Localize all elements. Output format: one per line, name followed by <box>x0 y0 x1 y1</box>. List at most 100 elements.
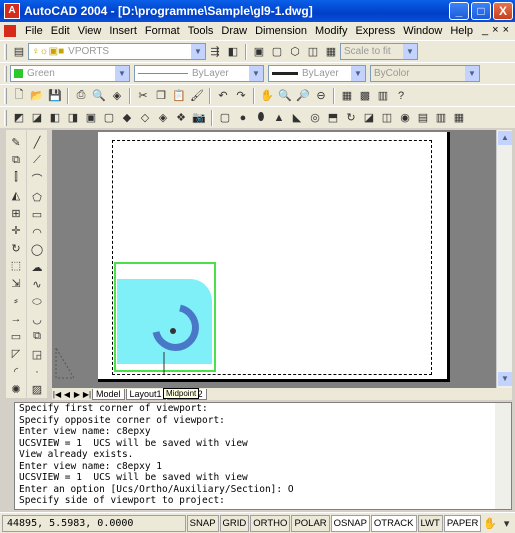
design-center-icon[interactable]: ▩ <box>357 88 373 104</box>
menu-file[interactable]: File <box>25 25 43 37</box>
close-button[interactable]: X <box>493 2 513 20</box>
front-view-icon[interactable]: ▣ <box>83 110 99 126</box>
vertical-scrollbar[interactable]: ▲ ▼ <box>496 130 512 388</box>
ellipse-icon[interactable]: ⬭ <box>29 295 45 308</box>
make-block-icon[interactable]: ◲ <box>29 348 45 361</box>
properties-icon[interactable]: ▦ <box>339 88 355 104</box>
nw-iso-view-icon[interactable]: ❖ <box>173 110 189 126</box>
polar-toggle[interactable]: POLAR <box>291 514 330 532</box>
osnap-toggle[interactable]: OSNAP <box>330 514 370 532</box>
revision-cloud-icon[interactable]: ☁ <box>29 261 45 274</box>
scroll-up-icon[interactable]: ▲ <box>498 131 512 145</box>
menu-edit[interactable]: Edit <box>51 25 70 37</box>
print-preview-icon[interactable]: 🔍 <box>91 88 107 104</box>
menu-format[interactable]: Format <box>145 25 180 37</box>
layer-previous-icon[interactable]: ◧ <box>225 44 241 60</box>
print-icon[interactable]: ⎙ <box>73 88 89 104</box>
sw-iso-view-icon[interactable]: ◆ <box>119 110 135 126</box>
lwt-toggle[interactable]: LWT <box>417 514 443 532</box>
top-view-icon[interactable]: ◩ <box>11 110 27 126</box>
first-tab-icon[interactable]: |◀ <box>52 390 62 399</box>
document-icon[interactable] <box>4 25 16 37</box>
zoom-realtime-icon[interactable]: 🔍 <box>277 88 293 104</box>
menu-express[interactable]: Express <box>355 25 395 37</box>
rotate-icon[interactable]: ↻ <box>8 242 24 256</box>
back-view-icon[interactable]: ▢ <box>101 110 117 126</box>
menu-dimension[interactable]: Dimension <box>255 25 307 37</box>
linetype-combo[interactable]: ByLayer ▼ <box>134 65 264 82</box>
menu-modify[interactable]: Modify <box>315 25 347 37</box>
last-tab-icon[interactable]: ▶| <box>82 390 92 399</box>
rectangle-icon[interactable]: ▭ <box>29 208 45 221</box>
open-file-icon[interactable]: 📂 <box>29 88 45 104</box>
arc-icon[interactable]: ◠ <box>29 226 45 239</box>
slice-icon[interactable]: ◪ <box>361 110 377 126</box>
prev-tab-icon[interactable]: ◀ <box>62 390 72 399</box>
tab-model[interactable]: Model <box>92 388 125 400</box>
extend-icon[interactable]: → <box>8 312 24 326</box>
spline-icon[interactable]: ∿ <box>29 278 45 291</box>
clip-viewport-icon[interactable]: ▦ <box>323 44 339 60</box>
pan-icon[interactable]: ✋ <box>259 88 275 104</box>
explode-icon[interactable]: ✺ <box>8 382 24 396</box>
doc-minimize-button[interactable]: _ <box>482 24 488 36</box>
menu-view[interactable]: View <box>78 25 102 37</box>
construction-line-icon[interactable]: ⟋ <box>29 153 45 166</box>
setup-drawing-icon[interactable]: ▤ <box>415 110 431 126</box>
make-layer-current-icon[interactable]: ⇶ <box>207 44 223 60</box>
interfere-icon[interactable]: ◉ <box>397 110 413 126</box>
toolbar-grip[interactable] <box>4 109 7 126</box>
layer-combo[interactable]: ♀☼▣■ VPORTS ▼ <box>28 43 206 60</box>
paste-icon[interactable]: 📋 <box>171 88 187 104</box>
menu-tools[interactable]: Tools <box>188 25 214 37</box>
drawing-area[interactable] <box>52 130 496 388</box>
insert-block-icon[interactable]: ⧉ <box>29 330 45 343</box>
point-icon[interactable]: · <box>29 365 45 378</box>
chevron-down-icon[interactable]: ▼ <box>351 66 365 81</box>
viewports-icon[interactable]: ▣ <box>251 44 267 60</box>
circle-icon[interactable]: ◯ <box>29 243 45 256</box>
setup-profile-icon[interactable]: ▦ <box>451 110 467 126</box>
move-icon[interactable]: ✛ <box>8 224 24 238</box>
toolbar-grip[interactable] <box>4 87 7 104</box>
command-window[interactable]: Specify first corner of viewport: Specif… <box>14 402 512 510</box>
communication-center-icon[interactable]: ✋ <box>482 515 497 531</box>
maximize-button[interactable]: □ <box>471 2 491 20</box>
paper-toggle[interactable]: PAPER <box>443 514 482 532</box>
tab-layout1[interactable]: Layout1 <box>125 388 166 400</box>
polyline-icon[interactable]: ⌒ <box>29 171 45 187</box>
trim-icon[interactable]: ⸗ <box>8 294 24 308</box>
undo-icon[interactable]: ↶ <box>215 88 231 104</box>
save-icon[interactable]: 💾 <box>47 88 63 104</box>
doc-restore-button[interactable]: × <box>492 24 498 36</box>
lineweight-combo[interactable]: ByLayer ▼ <box>268 65 366 82</box>
toolbar-grip[interactable] <box>4 43 7 60</box>
menu-window[interactable]: Window <box>403 25 442 37</box>
minimize-button[interactable]: _ <box>449 2 469 20</box>
se-iso-view-icon[interactable]: ◇ <box>137 110 153 126</box>
viewport-scale-combo[interactable]: Scale to fit ▼ <box>340 43 418 60</box>
command-scrollbar[interactable] <box>495 403 511 509</box>
chamfer-icon[interactable]: ◸ <box>8 347 24 361</box>
publish-icon[interactable]: ◈ <box>109 88 125 104</box>
zoom-window-icon[interactable]: 🔎 <box>295 88 311 104</box>
copy-object-icon[interactable]: ⧉ <box>8 154 24 168</box>
hatch-icon[interactable]: ▨ <box>29 382 45 396</box>
ellipse-arc-icon[interactable]: ◡ <box>29 313 45 326</box>
snap-toggle[interactable]: SNAP <box>186 514 219 532</box>
wedge-icon[interactable]: ◣ <box>289 110 305 126</box>
otrack-toggle[interactable]: OTRACK <box>370 514 417 532</box>
sphere-icon[interactable]: ● <box>235 110 251 126</box>
chevron-down-icon[interactable]: ▼ <box>115 66 129 81</box>
convert-viewport-icon[interactable]: ◫ <box>305 44 321 60</box>
stretch-icon[interactable]: ⇲ <box>8 277 24 291</box>
mirror-icon[interactable]: ⫿ <box>8 171 24 185</box>
chevron-down-icon[interactable]: ▼ <box>465 66 479 81</box>
line-icon[interactable]: ╱ <box>29 136 45 149</box>
redo-icon[interactable]: ↷ <box>233 88 249 104</box>
setup-view-icon[interactable]: ▥ <box>433 110 449 126</box>
polygonal-viewport-icon[interactable]: ⬡ <box>287 44 303 60</box>
array-icon[interactable]: ⊞ <box>8 206 24 220</box>
ortho-toggle[interactable]: ORTHO <box>250 514 291 532</box>
layer-properties-icon[interactable]: ▤ <box>11 44 27 60</box>
